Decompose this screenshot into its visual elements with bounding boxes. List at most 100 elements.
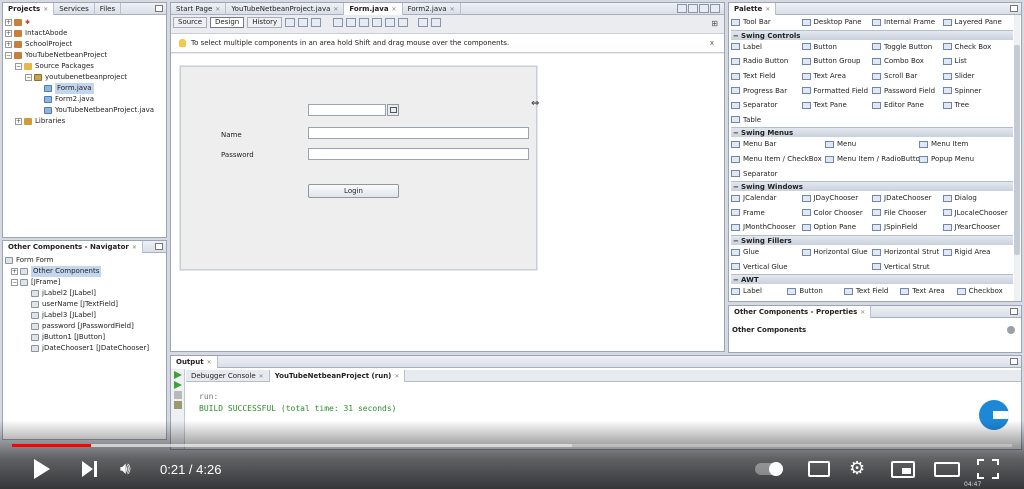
tab-debugger-console[interactable]: Debugger Console ✕ (186, 370, 270, 382)
palette-item-toggle-button[interactable]: Toggle Button (872, 43, 943, 51)
close-icon[interactable]: ✕ (333, 6, 338, 13)
nav-item-password[interactable]: password [JPasswordField] (5, 321, 164, 332)
tab-output[interactable]: Output ✕ (171, 355, 218, 368)
tree-item-intactabode[interactable]: + IntactAbode (5, 28, 164, 39)
palette-item-list[interactable]: List (942, 57, 1014, 65)
minimize-button[interactable] (1010, 308, 1018, 315)
palette-item-text-area[interactable]: Text Area (900, 287, 956, 295)
tab-navigator[interactable]: Other Components - Navigator ✕ (3, 240, 143, 253)
source-button[interactable]: Source (173, 17, 208, 28)
volume-button[interactable]: 🔊︎ (120, 460, 131, 478)
password-field[interactable] (308, 148, 529, 160)
palette-item-jcalendar[interactable]: JCalendar (731, 194, 802, 202)
close-icon[interactable]: ✕ (392, 6, 397, 13)
collapse-icon[interactable]: − (25, 74, 32, 81)
palette-item-tree[interactable]: Tree (942, 101, 1014, 109)
tree-item-form-java[interactable]: Form.java (5, 83, 164, 94)
align-bottom-icon[interactable] (385, 18, 396, 27)
nav-item-form[interactable]: Form Form (5, 255, 164, 266)
palette-item-jyearchooser[interactable]: JYearChooser (942, 223, 1014, 231)
collapse-icon[interactable]: − (5, 52, 12, 59)
palette-item-slider[interactable]: Slider (942, 72, 1014, 80)
palette-item-button[interactable]: Button (787, 287, 843, 295)
palette-item-separator[interactable]: Separator (731, 101, 802, 109)
palette-item-file-chooser[interactable]: File Chooser (872, 209, 943, 217)
palette-item-menu-item[interactable]: Menu Item (919, 140, 1013, 148)
miniplayer-button[interactable] (891, 461, 915, 478)
align-left-icon[interactable] (333, 18, 344, 27)
date-chooser-field[interactable] (308, 104, 386, 116)
palette-item-option-pane[interactable]: Option Pane (801, 223, 873, 231)
nav-item-jlabel2[interactable]: jLabel2 [JLabel] (5, 288, 164, 299)
palette-item-check-box[interactable]: Check Box (942, 43, 1014, 51)
tab-palette[interactable]: Palette ✕ (729, 3, 777, 15)
center-vertically-icon[interactable] (398, 18, 409, 27)
scroll-left-icon[interactable] (677, 4, 687, 13)
palette-item-button-group[interactable]: Button Group (801, 57, 873, 65)
rerun-with-args-icon[interactable] (174, 381, 182, 389)
design-button[interactable]: Design (210, 17, 245, 28)
expand-icon[interactable]: + (5, 30, 12, 37)
expand-icon[interactable]: + (5, 19, 12, 26)
align-right-icon[interactable] (346, 18, 357, 27)
palette-item-separator[interactable]: Separator (731, 170, 1013, 178)
tab-run-output[interactable]: YouTubeNetbeanProject (run) ✕ (269, 370, 406, 382)
nav-item-jbutton1[interactable]: jButton1 [JButton] (5, 332, 164, 343)
tab-projects[interactable]: Projects ✕ (3, 2, 55, 15)
palette-item-text-field[interactable]: Text Field (843, 287, 900, 295)
palette-item-color-chooser[interactable]: Color Chooser (801, 209, 873, 217)
palette-item-frame[interactable]: Frame (731, 209, 802, 217)
tree-item-libraries[interactable]: + Libraries (5, 116, 164, 127)
tab-list-icon[interactable] (699, 4, 709, 13)
collapse-icon[interactable]: − (15, 63, 22, 70)
tab-form2-java[interactable]: Form2.java ✕ (403, 2, 461, 15)
username-field[interactable] (308, 127, 529, 139)
close-icon[interactable]: ✕ (43, 6, 48, 13)
close-icon[interactable]: ✕ (259, 373, 264, 380)
resize-horizontal-icon[interactable] (418, 18, 429, 27)
progress-bar[interactable] (12, 444, 1012, 447)
fullscreen-button[interactable] (977, 459, 999, 479)
palette-item-menu[interactable]: Menu (825, 140, 919, 148)
history-button[interactable]: History (247, 17, 283, 28)
minimize-button[interactable] (155, 243, 163, 250)
tree-item-schoolproject[interactable]: + SchoolProject (5, 39, 164, 50)
rerun-icon[interactable] (174, 371, 182, 379)
palette-item-menu-bar[interactable]: Menu Bar (731, 140, 825, 148)
form-frame[interactable]: Name Password Login ⇔ (180, 66, 539, 270)
align-top-icon[interactable] (372, 18, 383, 27)
preview-icon[interactable] (311, 18, 322, 27)
close-icon[interactable]: ✕ (450, 6, 455, 13)
login-button[interactable]: Login (308, 184, 399, 198)
minimize-button[interactable] (1010, 358, 1018, 365)
close-icon[interactable]: ✕ (215, 6, 220, 13)
settings-icon[interactable] (174, 401, 182, 409)
palette-item-checkbox[interactable]: Checkbox (956, 287, 1013, 295)
palette-section-header[interactable]: Swing Fillers (731, 234, 1013, 246)
tab-start-page[interactable]: Start Page ✕ (171, 2, 227, 15)
close-icon[interactable]: ✕ (394, 373, 399, 380)
palette-item-menu-item-radiobutton[interactable]: Menu Item / RadioButton (825, 155, 919, 163)
palette-item-editor-pane[interactable]: Editor Pane (872, 101, 943, 109)
palette-item-progress-bar[interactable]: Progress Bar (731, 87, 802, 95)
palette-item-vertical-strut[interactable]: Vertical Strut (872, 263, 1013, 271)
palette-item-horizontal-glue[interactable]: Horizontal Glue (801, 248, 873, 256)
help-icon[interactable] (1007, 326, 1015, 334)
palette-item-combo-box[interactable]: Combo Box (872, 57, 943, 65)
palette-section-header[interactable]: Swing Windows (731, 180, 1013, 192)
center-horizontally-icon[interactable] (359, 18, 370, 27)
palette-item-horizontal-strut[interactable]: Horizontal Strut (872, 248, 943, 256)
scroll-right-icon[interactable] (688, 4, 698, 13)
palette-item-scroll-bar[interactable]: Scroll Bar (872, 72, 943, 80)
palette-item-radio-button[interactable]: Radio Button (731, 57, 802, 65)
tree-item-package[interactable]: − youtubenetbeanproject (5, 72, 164, 83)
palette-item-glue[interactable]: Glue (731, 248, 802, 256)
expand-icon[interactable]: + (11, 268, 18, 275)
subtitles-button[interactable] (808, 461, 830, 477)
calendar-button[interactable] (387, 104, 399, 116)
palette-item-label[interactable]: Label (731, 43, 802, 51)
tree-item-source-packages[interactable]: − Source Packages (5, 61, 164, 72)
settings-gear-icon[interactable]: ⚙ (849, 458, 865, 479)
palette-item-menu-item-checkbox[interactable]: Menu Item / CheckBox (731, 155, 825, 163)
design-canvas[interactable]: Name Password Login ⇔ (171, 54, 724, 351)
